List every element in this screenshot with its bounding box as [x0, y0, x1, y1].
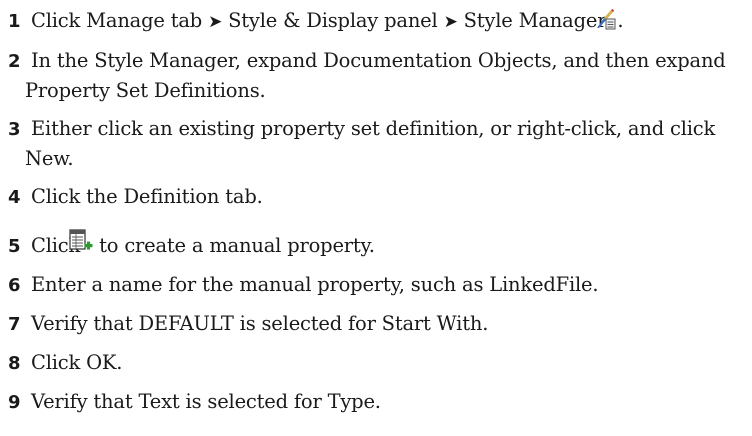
step-number: 6: [8, 275, 21, 296]
step-text: Verify that Text is selected for Type.: [31, 390, 381, 413]
step-number: 4: [8, 187, 21, 208]
step-number: 2: [8, 51, 21, 72]
step-number: 5: [8, 236, 21, 257]
step-text-part: to create a manual property.: [99, 234, 375, 257]
step-4: 4 Click the Definition tab.: [8, 182, 750, 212]
step-1: 1 Click Manage tab ➤ Style & Display pan…: [8, 6, 750, 38]
procedure-steps: 1 Click Manage tab ➤ Style & Display pan…: [8, 6, 750, 426]
step-text: Click the Definition tab.: [31, 185, 263, 208]
step-number: 9: [8, 392, 21, 413]
step-6: 6 Enter a name for the manual property, …: [8, 270, 750, 300]
step-text-part: Style & Display panel: [228, 9, 438, 32]
step-text: Click OK.: [31, 351, 123, 374]
step-number: 1: [8, 11, 21, 32]
step-text: Enter a name for the manual property, su…: [31, 273, 599, 296]
arrow-separator: ➤: [443, 12, 458, 32]
step-8: 8 Click OK.: [8, 348, 750, 378]
step-text: Either click an existing property set de…: [25, 117, 716, 170]
step-number: 8: [8, 353, 21, 374]
step-text: Verify that DEFAULT is selected for Star…: [31, 312, 489, 335]
step-9: 9 Verify that Text is selected for Type.: [8, 387, 750, 417]
step-2: 2 In the Style Manager, expand Documenta…: [8, 46, 750, 105]
step-text: In the Style Manager, expand Documentati…: [25, 49, 726, 102]
step-5: 5 Click to create a manual property.: [8, 229, 750, 261]
step-3: 3 Either click an existing property set …: [8, 114, 750, 173]
step-text-part: .: [617, 9, 624, 32]
step-number: 7: [8, 314, 21, 335]
add-manual-property-icon: [69, 229, 93, 261]
step-text-part: Click Manage tab: [31, 9, 203, 32]
step-number: 3: [8, 119, 21, 140]
step-text-part: Style Manager: [463, 9, 607, 32]
step-7: 7 Verify that DEFAULT is selected for St…: [8, 309, 750, 339]
arrow-separator: ➤: [208, 12, 223, 32]
